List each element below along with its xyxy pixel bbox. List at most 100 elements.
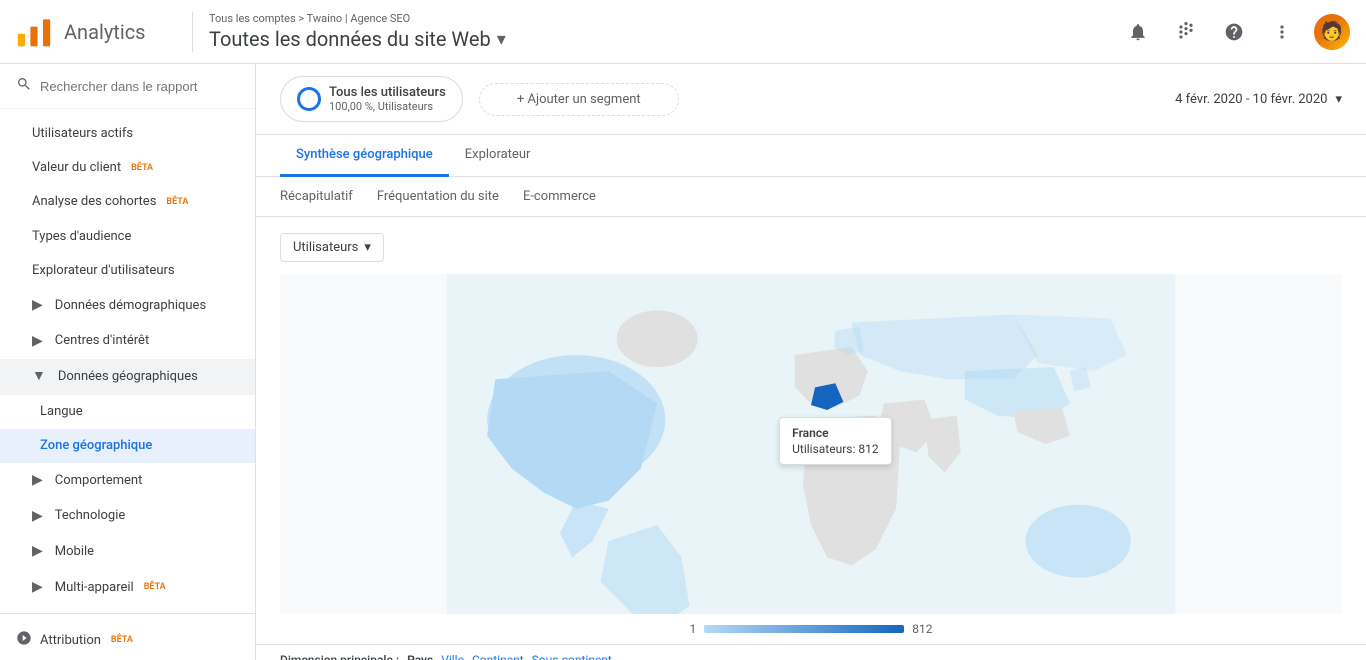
help-button[interactable] <box>1218 16 1250 48</box>
chevron-right-icon: ▶ <box>32 296 43 316</box>
segment-chip-all-users[interactable]: Tous les utilisateurs 100,00 %, Utilisat… <box>280 76 463 122</box>
sidebar-label: Données géographiques <box>58 368 198 386</box>
sidebar-item-zone-geographique[interactable]: Zone géographique <box>0 429 255 463</box>
segment-sub: 100,00 %, Utilisateurs <box>329 100 446 113</box>
sub-tab-frequentation[interactable]: Fréquentation du site <box>377 185 499 208</box>
chevron-right-icon: ▶ <box>32 332 43 352</box>
sidebar-item-langue[interactable]: Langue <box>0 395 255 429</box>
main-content: Tous les utilisateurs 100,00 %, Utilisat… <box>256 64 1366 660</box>
chevron-right-icon: ▶ <box>32 542 43 562</box>
scale-max: 812 <box>912 622 932 636</box>
tab-label: Explorateur <box>465 147 531 162</box>
dimension-ville[interactable]: Ville <box>441 653 464 660</box>
sub-tab-recapitulatif[interactable]: Récapitulatif <box>280 185 353 208</box>
breadcrumb: Tous les comptes > Twaino | Agence SEO <box>209 12 1122 25</box>
segment-bar: Tous les utilisateurs 100,00 %, Utilisat… <box>256 64 1366 135</box>
chevron-right-icon: ▶ <box>32 471 43 491</box>
chevron-right-icon: ▶ <box>32 507 43 527</box>
sidebar-item-centres-interet[interactable]: ▶ Centres d'intérêt <box>0 324 255 360</box>
search-input[interactable] <box>40 79 239 94</box>
avatar-image: 🧑 <box>1314 14 1350 50</box>
beta-badge: BÊTA <box>131 162 153 175</box>
map-area: Utilisateurs ▾ <box>256 217 1366 644</box>
sidebar-item-donnees-demographiques[interactable]: ▶ Données démographiques <box>0 288 255 324</box>
map-scale: 1 812 <box>280 622 1342 636</box>
dimension-label: Dimension principale : <box>280 653 399 660</box>
apps-button[interactable] <box>1170 16 1202 48</box>
dimension-continent[interactable]: Continent <box>472 653 524 660</box>
header: Analytics Tous les comptes > Twaino | Ag… <box>0 0 1366 64</box>
chevron-down-icon: ▼ <box>32 367 46 387</box>
search-bar <box>0 64 255 109</box>
sidebar-item-valeur-client[interactable]: Valeur du client BÊTA <box>0 151 255 185</box>
tabs-bar: Synthèse géographique Explorateur <box>256 135 1366 177</box>
dimension-bar: Dimension principale : Pays Ville Contin… <box>256 644 1366 660</box>
sidebar-label: Explorateur d'utilisateurs <box>32 262 175 280</box>
sidebar-label: Zone géographique <box>40 437 152 455</box>
scale-bar <box>704 625 904 633</box>
sidebar-item-utilisateurs-actifs[interactable]: Utilisateurs actifs <box>0 117 255 151</box>
sidebar-label: Comportement <box>55 472 143 490</box>
segment-name: Tous les utilisateurs <box>329 85 446 100</box>
sidebar-item-comportement[interactable]: ▶ Comportement <box>0 463 255 499</box>
sub-tab-ecommerce[interactable]: E-commerce <box>523 185 596 208</box>
segment-info: Tous les utilisateurs 100,00 %, Utilisat… <box>329 85 446 113</box>
sidebar-item-multi-appareil[interactable]: ▶ Multi-appareil BÊTA <box>0 570 255 606</box>
world-map <box>280 274 1342 614</box>
sub-tab-label: E-commerce <box>523 189 596 204</box>
sidebar-label: Langue <box>40 403 83 421</box>
sub-tab-label: Récapitulatif <box>280 189 353 204</box>
tab-synthese-geographique[interactable]: Synthèse géographique <box>280 135 449 177</box>
beta-badge: BÊTA <box>166 196 188 209</box>
users-dropdown[interactable]: Utilisateurs ▾ <box>280 233 384 262</box>
analytics-logo-icon <box>16 14 52 50</box>
header-actions: 🧑 <box>1122 14 1350 50</box>
sidebar-item-explorateur-utilisateurs[interactable]: Explorateur d'utilisateurs <box>0 254 255 288</box>
sidebar-label: Données démographiques <box>55 297 206 315</box>
sidebar-label: Centres d'intérêt <box>55 332 149 350</box>
sidebar-nav: Utilisateurs actifs Valeur du client BÊTA… <box>0 109 255 613</box>
sidebar-label: Analyse des cohortes <box>32 193 156 211</box>
sidebar-bottom: Attribution BÊTA ‹ <box>0 613 255 660</box>
sub-tab-label: Fréquentation du site <box>377 189 499 204</box>
page-title-area[interactable]: Toutes les données du site Web ▾ <box>209 27 1122 51</box>
more-options-button[interactable] <box>1266 16 1298 48</box>
app-title: Analytics <box>64 20 146 44</box>
scale-min: 1 <box>690 622 697 636</box>
search-icon <box>16 76 32 96</box>
tab-label: Synthèse géographique <box>296 147 433 162</box>
chevron-right-icon: ▶ <box>32 578 43 598</box>
sidebar-item-donnees-geographiques[interactable]: ▼ Données géographiques <box>0 359 255 395</box>
tab-explorateur[interactable]: Explorateur <box>449 135 547 177</box>
sidebar-item-types-audience[interactable]: Types d'audience <box>0 220 255 254</box>
dimension-pays[interactable]: Pays <box>407 653 433 660</box>
sidebar-label: Valeur du client <box>32 159 121 177</box>
sidebar-label: Mobile <box>55 543 94 561</box>
avatar[interactable]: 🧑 <box>1314 14 1350 50</box>
sidebar-label: Multi-appareil <box>55 579 134 597</box>
header-nav: Tous les comptes > Twaino | Agence SEO T… <box>209 12 1122 51</box>
app-body: Utilisateurs actifs Valeur du client BÊTA… <box>0 64 1366 660</box>
sub-tabs-bar: Récapitulatif Fréquentation du site E-co… <box>256 177 1366 217</box>
sidebar-item-technologie[interactable]: ▶ Technologie <box>0 499 255 535</box>
logo-area: Analytics <box>16 14 176 50</box>
users-dropdown-label: Utilisateurs <box>293 240 358 255</box>
date-range-label: 4 févr. 2020 - 10 févr. 2020 <box>1175 92 1327 107</box>
map-container: France Utilisateurs: 812 <box>280 274 1342 614</box>
sidebar-item-analyse-cohortes[interactable]: Analyse des cohortes BÊTA <box>0 185 255 219</box>
dimension-sous-continent[interactable]: Sous-continent <box>532 653 612 660</box>
attribution-label: Attribution <box>40 633 101 648</box>
sidebar-label: Technologie <box>55 507 126 525</box>
sidebar-item-attribution[interactable]: Attribution BÊTA <box>0 622 255 658</box>
page-title-dropdown-icon[interactable]: ▾ <box>497 29 506 50</box>
attribution-icon <box>16 630 32 650</box>
date-range-dropdown-icon: ▾ <box>1335 92 1342 107</box>
add-segment-button[interactable]: + Ajouter un segment <box>479 83 679 116</box>
users-dropdown-arrow: ▾ <box>364 240 371 255</box>
notifications-button[interactable] <box>1122 16 1154 48</box>
sidebar-label: Types d'audience <box>32 228 131 246</box>
page-title: Toutes les données du site Web <box>209 27 491 51</box>
add-segment-label: + Ajouter un segment <box>517 92 641 107</box>
date-range-selector[interactable]: 4 févr. 2020 - 10 févr. 2020 ▾ <box>1175 92 1342 107</box>
sidebar-item-mobile[interactable]: ▶ Mobile <box>0 534 255 570</box>
